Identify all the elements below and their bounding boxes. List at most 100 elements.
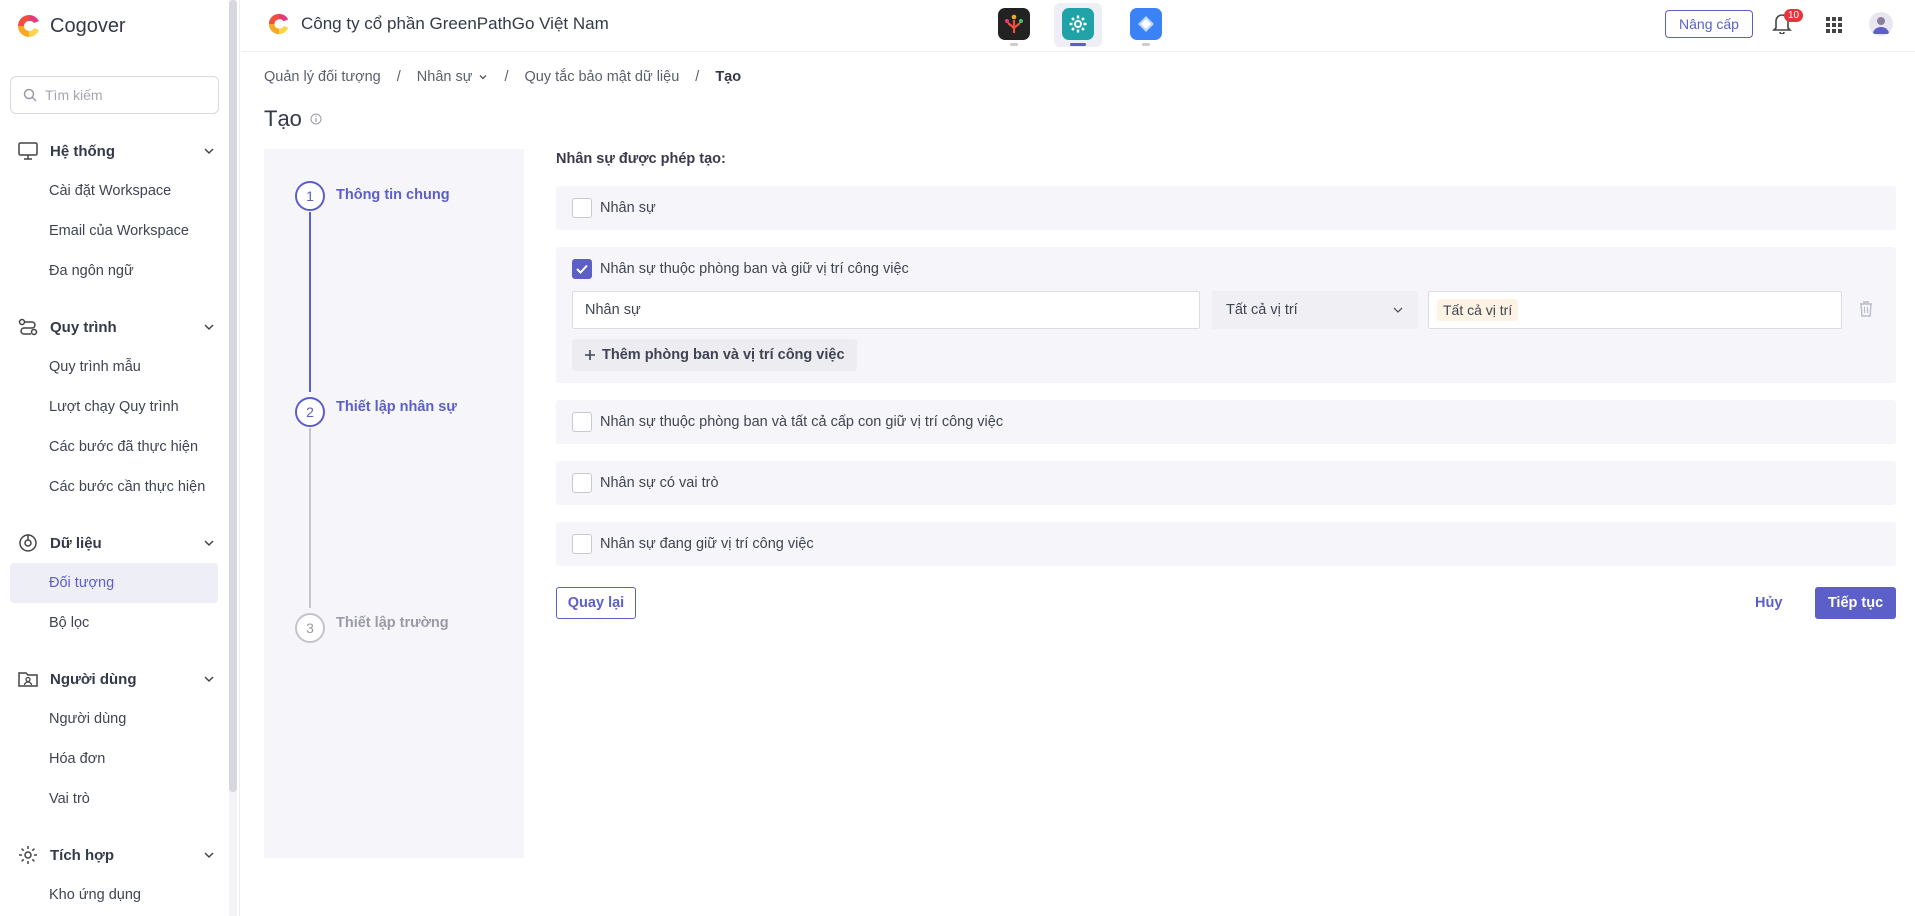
add-department-label: Thêm phòng ban và vị trí công việc — [602, 347, 845, 363]
company-switcher[interactable]: Công ty cổ phần GreenPathGo Việt Nam — [267, 12, 609, 36]
group-label: Dữ liệu — [50, 534, 102, 552]
add-department-button[interactable]: Thêm phòng ban và vị trí công việc — [572, 339, 857, 371]
sidebar-item-doi-tuong[interactable]: Đối tượng — [10, 563, 218, 603]
position-tag: Tất cả vị trí — [1437, 299, 1519, 321]
check-icon — [576, 264, 588, 274]
position-tags-field[interactable]: Tất cả vị trí — [1428, 291, 1842, 329]
form-title: Nhân sự được phép tạo: — [556, 151, 726, 167]
option-checkbox-nhan-su[interactable] — [572, 198, 592, 218]
settings-app-icon[interactable] — [1062, 8, 1094, 40]
group-head-he-thong[interactable]: Hệ thống — [0, 131, 228, 171]
step-2-label[interactable]: Thiết lập nhân sự — [336, 399, 457, 415]
monitor-icon — [18, 142, 38, 160]
department-field[interactable]: Nhân sự — [572, 291, 1200, 329]
step-3-label[interactable]: Thiết lập trường — [336, 615, 449, 631]
group-label: Hệ thống — [50, 142, 115, 160]
app-indicator — [1010, 43, 1018, 46]
option-label: Nhân sự đang giữ vị trí công việc — [600, 536, 814, 552]
people-app-icon[interactable] — [998, 8, 1030, 40]
group-label: Tích hợp — [50, 846, 114, 864]
brand-name: Cogover — [50, 14, 126, 37]
sidebar-item-buoc-da-thuc-hien[interactable]: Các bước đã thực hiện — [0, 427, 228, 467]
group-head-nguoi-dung[interactable]: Người dùng — [0, 659, 228, 699]
sidebar-item-quy-trinh-mau[interactable]: Quy trình mẫu — [0, 347, 228, 387]
option-label: Nhân sự thuộc phòng ban và tất cả cấp co… — [600, 414, 1004, 430]
page-title: Tạo — [264, 106, 322, 132]
option-label: Nhân sự thuộc phòng ban và giữ vị trí cô… — [600, 261, 909, 277]
user-folder-icon — [18, 672, 38, 687]
app-indicator — [1142, 43, 1150, 46]
brand[interactable]: Cogover — [16, 12, 126, 40]
breadcrumb-item[interactable]: Nhân sự — [417, 69, 473, 85]
diamond-app-icon[interactable] — [1130, 8, 1162, 40]
sidebar-item-nguoi-dung[interactable]: Người dùng — [0, 699, 228, 739]
sidebar-item-hoa-don[interactable]: Hóa đơn — [0, 739, 228, 779]
chevron-down-icon — [1393, 307, 1403, 313]
step-1-number: 1 — [295, 181, 325, 211]
nav-group-nguoi-dung: Người dùng Người dùng Hóa đơn Vai trò — [0, 659, 228, 819]
topbar: Công ty cổ phần GreenPathGo Việt Nam Nân… — [241, 0, 1915, 52]
group-label: Người dùng — [50, 670, 137, 688]
breadcrumb-item[interactable]: Quy tắc bảo mật dữ liệu — [524, 69, 679, 85]
position-select[interactable]: Tất cả vị trí — [1212, 291, 1418, 329]
option-checkbox-vi-tri-cong-viec[interactable] — [572, 534, 592, 554]
sidebar-item-buoc-can-thuc-hien[interactable]: Các bước cần thực hiện — [0, 467, 228, 507]
search-box[interactable] — [10, 76, 219, 114]
next-button[interactable]: Tiếp tục — [1815, 587, 1896, 619]
chevron-down-icon[interactable] — [202, 144, 216, 158]
step-connector-done — [309, 212, 311, 392]
step-1-label[interactable]: Thông tin chung — [336, 187, 450, 203]
info-icon[interactable] — [310, 113, 322, 125]
avatar[interactable] — [1869, 12, 1893, 36]
search-input[interactable] — [45, 87, 195, 103]
position-select-value: Tất cả vị trí — [1226, 302, 1298, 318]
chevron-down-icon[interactable] — [202, 848, 216, 862]
option-checkbox-phong-ban-vi-tri[interactable] — [572, 259, 592, 279]
nav-group-he-thong: Hệ thống Cài đặt Workspace Email của Wor… — [0, 131, 228, 291]
nav-group-tich-hop: Tích hợp Kho ứng dụng — [0, 835, 228, 915]
option-checkbox-vai-tro[interactable] — [572, 473, 592, 493]
sidebar-item-email-workspace[interactable]: Email của Workspace — [0, 211, 228, 251]
step-3-number: 3 — [295, 613, 325, 643]
data-icon — [19, 534, 37, 552]
steps-panel — [264, 149, 524, 858]
company-name: Công ty cổ phần GreenPathGo Việt Nam — [301, 14, 609, 33]
cancel-button[interactable]: Hủy — [1755, 587, 1782, 619]
chevron-down-icon[interactable] — [202, 536, 216, 550]
sidebar-item-kho-ung-dung[interactable]: Kho ứng dụng — [0, 875, 228, 915]
option-label: Nhân sự — [600, 200, 656, 216]
notification-badge: 10 — [1784, 9, 1804, 22]
cogover-logo-icon — [16, 13, 42, 39]
sidebar-item-da-ngon-ngu[interactable]: Đa ngôn ngữ — [0, 251, 228, 291]
step-2-number: 2 — [295, 397, 325, 427]
cogover-logo-icon — [268, 13, 289, 35]
sidebar-item-vai-tro[interactable]: Vai trò — [0, 779, 228, 819]
sidebar-item-luot-chay[interactable]: Lượt chạy Quy trình — [0, 387, 228, 427]
plus-icon — [585, 350, 595, 360]
option-checkbox-tat-ca-cap-con[interactable] — [572, 412, 592, 432]
group-head-du-lieu[interactable]: Dữ liệu — [0, 523, 228, 563]
nav-group-du-lieu: Dữ liệu Đối tượng Bộ lọc — [0, 523, 228, 643]
group-head-tich-hop[interactable]: Tích hợp — [0, 835, 228, 875]
upgrade-button[interactable]: Nâng cấp — [1665, 10, 1753, 38]
back-button[interactable]: Quay lại — [556, 587, 636, 619]
option-row — [556, 186, 1896, 230]
chevron-down-icon[interactable] — [202, 320, 216, 334]
group-head-quy-trinh[interactable]: Quy trình — [0, 307, 228, 347]
option-label: Nhân sự có vai trò — [600, 475, 719, 491]
sidebar-item-bo-loc[interactable]: Bộ lọc — [0, 603, 228, 643]
breadcrumb: Quản lý đối tượng / Nhân sự / Quy tắc bả… — [264, 69, 741, 85]
apps-grid-icon[interactable] — [1826, 17, 1842, 33]
integration-icon — [19, 846, 37, 864]
breadcrumb-current: Tạo — [715, 69, 742, 85]
breadcrumb-separator: / — [396, 69, 401, 85]
sidebar: Cogover Hệ thống Cài đặt Workspace Email… — [0, 0, 240, 916]
workflow-icon — [18, 318, 38, 336]
sidebar-scrollbar[interactable] — [229, 0, 237, 792]
option-row — [556, 461, 1896, 505]
trash-icon[interactable] — [1858, 300, 1874, 318]
sidebar-item-cai-dat-workspace[interactable]: Cài đặt Workspace — [0, 171, 228, 211]
chevron-down-icon[interactable] — [478, 72, 488, 82]
chevron-down-icon[interactable] — [202, 672, 216, 686]
breadcrumb-item[interactable]: Quản lý đối tượng — [264, 69, 381, 85]
